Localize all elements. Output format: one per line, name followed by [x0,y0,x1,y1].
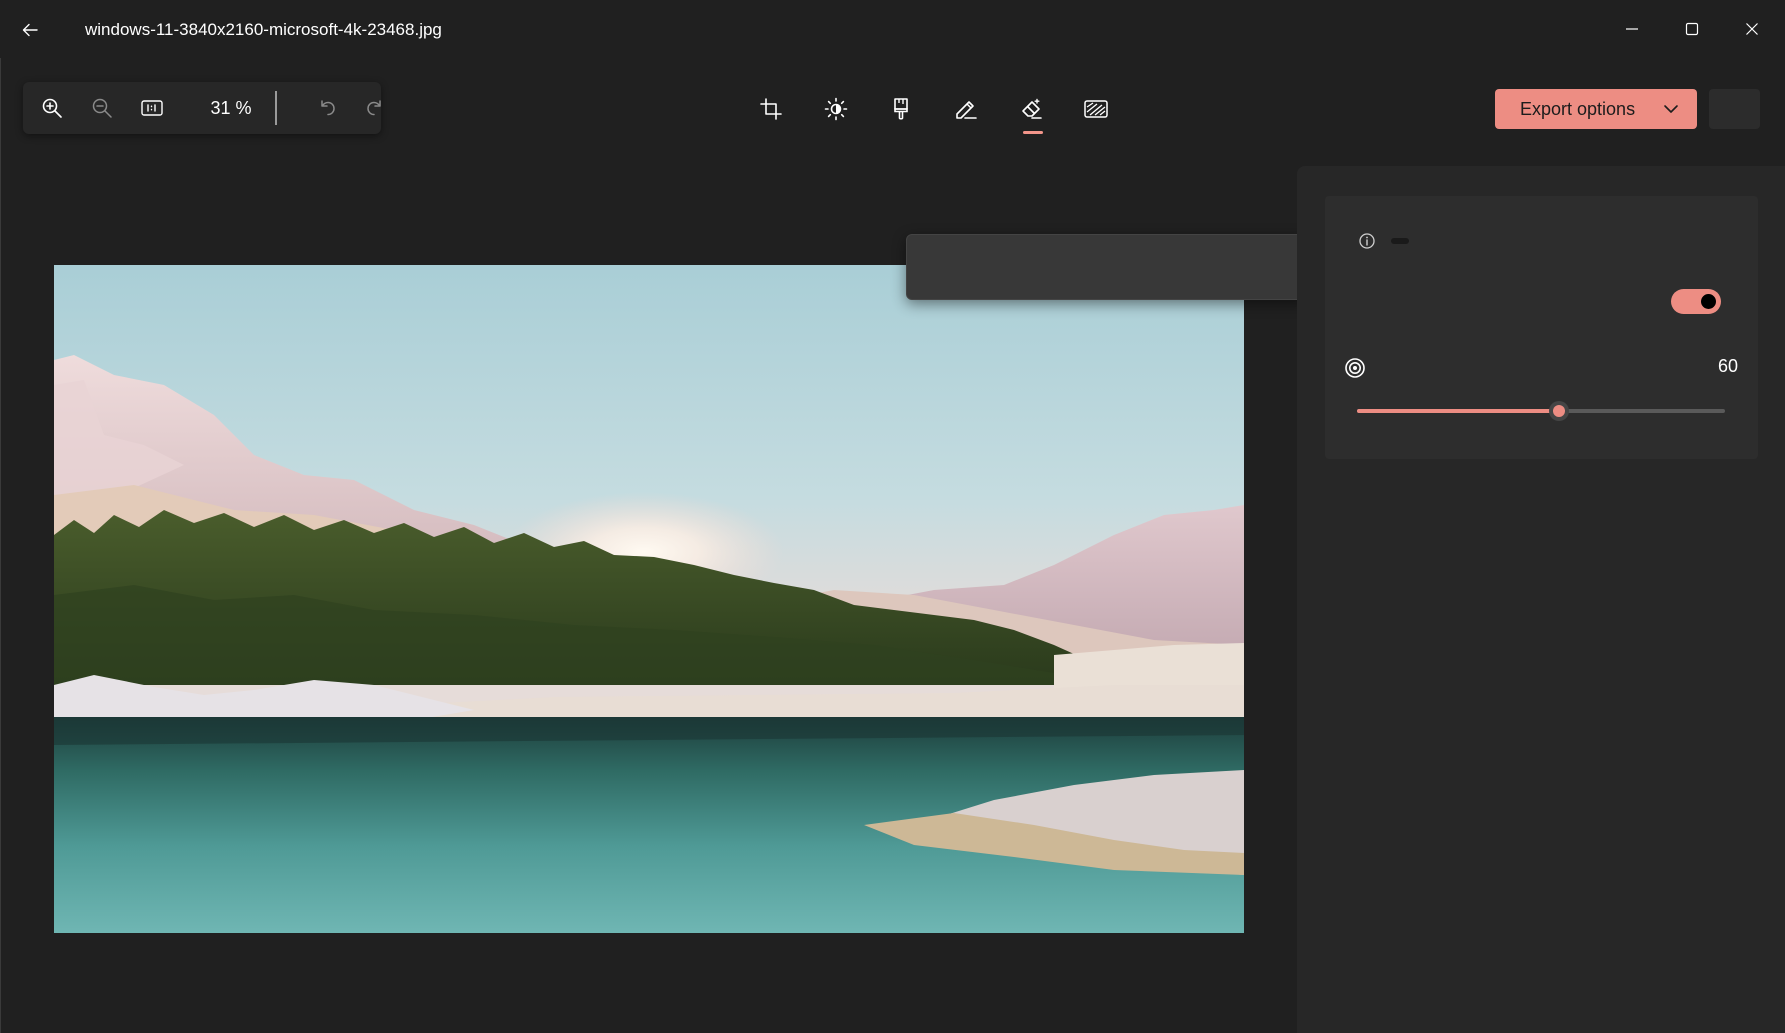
brightness-icon [824,97,848,121]
export-options-button[interactable]: Export options [1495,89,1697,129]
brush-size-slider[interactable] [1357,401,1725,421]
undo-button[interactable] [307,88,347,128]
minimize-button[interactable] [1603,0,1661,58]
active-tool-indicator [1023,131,1043,134]
background-blur-icon [1084,100,1108,118]
slider-fill [1357,409,1560,413]
brush-size-icon [1345,358,1365,378]
filter-brush-icon [894,98,908,120]
background-tool[interactable] [1074,87,1118,131]
zoom-separator [275,91,277,125]
eraser-icon [1022,98,1042,119]
crop-icon [760,98,782,120]
undo-icon [321,100,335,116]
filter-tool[interactable] [879,87,923,131]
window-edge [0,0,1,1033]
canvas-image[interactable] [54,265,1244,933]
brush-size-value: 60 [1717,356,1738,376]
zoom-in-icon [42,98,62,118]
info-icon[interactable] [1358,232,1376,250]
zoom-out-icon [92,98,112,118]
maximize-icon [1685,22,1699,36]
crop-tool[interactable] [749,87,793,131]
zoom-in-button[interactable] [32,88,72,128]
export-options-label: Export options [1520,99,1636,119]
adjustment-tool[interactable] [814,87,858,131]
back-arrow-icon [22,23,38,37]
zoom-level[interactable]: 31 % [193,98,269,119]
redo-icon [367,100,381,116]
maximize-button[interactable] [1663,0,1721,58]
zoom-out-button[interactable] [82,88,122,128]
close-icon [1746,23,1758,35]
redo-button[interactable] [355,88,395,128]
markup-tool[interactable] [944,87,988,131]
minimize-icon [1626,28,1638,30]
tooltip-popup [906,234,1308,300]
window-title: windows-11-3840x2160-microsoft-4k-23468.… [85,20,442,39]
more-button[interactable] [1709,89,1760,129]
chevron-down-icon[interactable] [1659,97,1683,121]
landscape-photo [54,265,1244,933]
actual-size-icon [141,100,163,116]
toggle-knob [1701,294,1716,309]
actual-size-button[interactable] [132,88,172,128]
zoom-toolbar: 31 % [23,82,381,134]
placeholder-bar [1391,238,1409,244]
back-button[interactable] [10,10,50,50]
erase-tool[interactable] [1010,87,1054,131]
erase-settings-card [1325,196,1758,459]
close-button[interactable] [1723,0,1781,58]
auto-apply-toggle[interactable] [1671,289,1721,314]
slider-thumb-inner [1553,405,1566,417]
pen-icon [956,101,977,119]
